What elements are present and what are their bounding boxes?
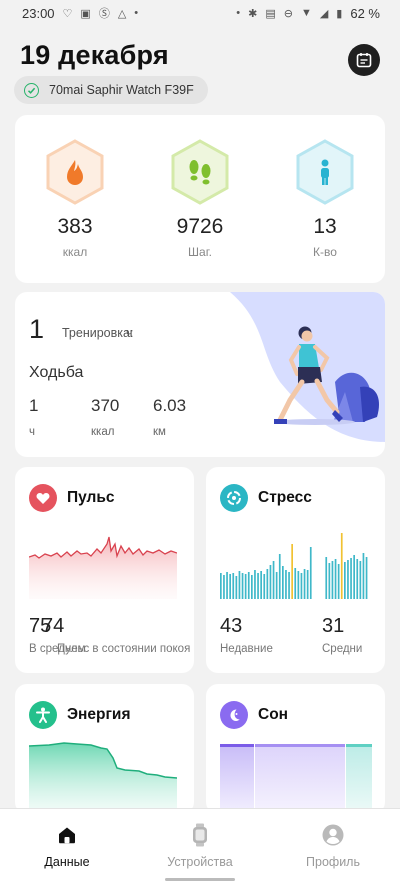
stand-count-value: 13: [313, 215, 337, 238]
pulse-title: Пульс: [67, 489, 115, 506]
pulse-resting-value: 74: [42, 615, 65, 637]
profile-icon: [273, 823, 393, 847]
workout-duration-value: 1: [29, 396, 39, 415]
pulse-resting-label: Пульс в состоянии покоя: [57, 643, 191, 655]
stand-count-unit: К-во: [313, 245, 337, 259]
stand-count-metric[interactable]: 13 К-во: [270, 139, 380, 259]
signal-icon: ◢: [319, 7, 329, 20]
moon-icon: [220, 701, 248, 729]
battery-percent: 62 %: [350, 5, 380, 21]
status-bar: 23:00 ♡ ▣ Ⓢ △ • • ✱ ▤ ⊖ ▼ ◢ ▮ 62 %: [0, 0, 400, 26]
stress-card[interactable]: Стресс 43 31 Недавние Средни: [206, 467, 385, 673]
sleep-mini-chart: [220, 744, 372, 814]
battery-icon: ▮: [336, 7, 343, 20]
steps-value: 9726: [176, 215, 224, 238]
steps-unit: Шаг.: [188, 245, 212, 259]
calories-value: 383: [57, 215, 93, 238]
page-title: 19 декабря: [20, 40, 169, 70]
nav-profile-label: Профиль: [306, 855, 360, 869]
stress-title-row: Стресс: [220, 484, 312, 512]
pulse-mini-chart: [29, 536, 177, 599]
stress-mini-chart: [220, 533, 368, 599]
workout-calories-value: 370: [91, 396, 120, 415]
pulse-title-row: Пульс: [29, 484, 115, 512]
stress-average-value: 31: [322, 615, 345, 637]
stress-title: Стресс: [258, 489, 312, 506]
device-name: 70mai Saphir Watch F39F: [49, 83, 194, 97]
home-icon: [7, 823, 127, 847]
workout-distance-value: 6.03: [153, 396, 187, 415]
nav-data-label: Данные: [44, 855, 90, 869]
workout-duration-stat-unit: ч: [29, 426, 35, 438]
stress-recent-label: Недавние: [220, 643, 273, 655]
nfc-icon: ▤: [265, 7, 276, 20]
workout-label: Тренировка:: [62, 326, 134, 340]
stress-recent-value: 43: [220, 615, 243, 637]
watch-icon: [140, 823, 260, 847]
calendar-icon: [356, 53, 372, 68]
energy-title-row: Энергия: [29, 701, 131, 729]
nav-profile-tab[interactable]: Профиль: [273, 823, 393, 869]
workout-duration-unit: ч: [126, 326, 133, 340]
pulse-card[interactable]: Пульс 75 74 В среднем Пульс в состоянии …: [15, 467, 194, 673]
sleep-card[interactable]: Сон: [206, 684, 385, 814]
bluetooth-icon: ✱: [248, 7, 258, 20]
nav-devices-label: Устройства: [167, 855, 233, 869]
status-time: 23:00: [22, 5, 55, 21]
nav-data-tab[interactable]: Данные: [7, 823, 127, 869]
sleep-title: Сон: [258, 706, 289, 723]
dnd-icon: ⊖: [283, 7, 293, 20]
dot-icon: •: [236, 7, 241, 19]
energy-mini-chart: [29, 742, 177, 814]
calories-unit: ккал: [62, 245, 88, 259]
check-circle-icon: [24, 82, 39, 98]
workout-count: 1: [29, 314, 45, 344]
heart-notification-icon: ♡: [62, 7, 73, 20]
bottom-navigation: Данные Устройства Профиль: [0, 808, 400, 889]
stress-gauge-icon: [220, 484, 248, 512]
image-notification-icon: ▣: [80, 7, 91, 20]
drive-notification-icon: △: [117, 7, 127, 20]
energy-card[interactable]: Энергия: [15, 684, 194, 814]
calendar-button[interactable]: [348, 44, 380, 76]
calories-metric[interactable]: 383 ккал: [20, 139, 130, 259]
header: 19 декабря: [20, 40, 380, 76]
workout-calories: 370 ккал: [91, 396, 119, 438]
steps-metric[interactable]: 9726 Шаг.: [145, 139, 255, 259]
workout-distance: 6.03 км: [153, 396, 186, 438]
workout-type: Ходьба: [29, 364, 84, 381]
person-standing-icon: [295, 139, 355, 205]
device-status-pill[interactable]: 70mai Saphir Watch F39F: [14, 76, 208, 104]
workout-duration: 1 ч: [29, 396, 38, 438]
nav-devices-tab[interactable]: Устройства: [140, 823, 260, 869]
wifi-icon: ▼: [300, 7, 312, 19]
workout-distance-unit: км: [153, 426, 166, 438]
person-energy-icon: [29, 701, 57, 729]
heart-icon: [29, 484, 57, 512]
stress-average-label: Средни: [322, 643, 363, 655]
app-s-notification-icon: Ⓢ: [98, 8, 110, 20]
energy-title: Энергия: [67, 706, 131, 723]
workout-calories-unit: ккал: [91, 426, 115, 438]
flame-icon: [45, 139, 105, 205]
gesture-home-indicator[interactable]: [165, 878, 235, 881]
daily-summary-card[interactable]: 383 ккал 9726 Шаг. 13 К-во: [15, 115, 385, 283]
sleep-title-row: Сон: [220, 701, 288, 729]
workout-card[interactable]: 1 Тренировка: ч Ходьба 1 ч 370 ккал 6.03…: [15, 292, 385, 457]
more-notifications-icon: •: [134, 7, 139, 19]
footsteps-icon: [170, 139, 230, 205]
